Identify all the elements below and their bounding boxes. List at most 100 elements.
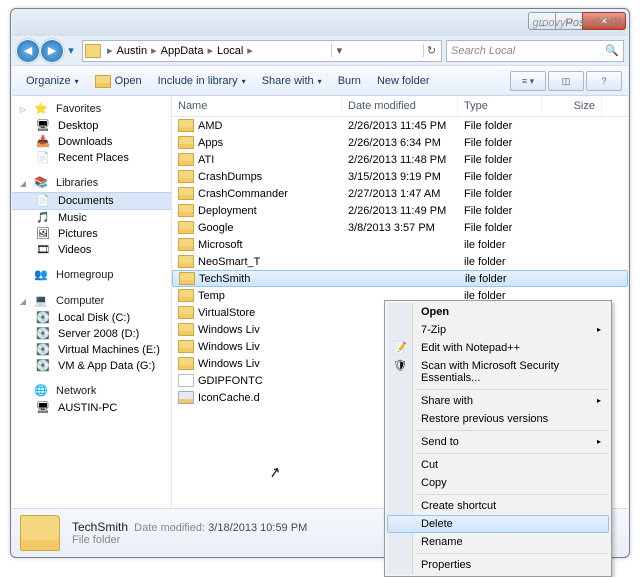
ctx-notepad[interactable]: 📝Edit with Notepad++ <box>387 339 609 357</box>
sidebar-computer[interactable]: ◢💻Computer <box>12 292 171 310</box>
column-size[interactable]: Size <box>542 96 602 116</box>
history-dropdown[interactable]: ▾ <box>64 41 78 61</box>
include-library-menu[interactable]: Include in library▾ <box>150 71 254 91</box>
open-button[interactable]: Open <box>87 71 150 92</box>
file-date: 2/26/2013 11:45 PM <box>342 120 458 132</box>
sidebar-item-desktop[interactable]: 🖥Desktop <box>12 118 171 134</box>
ctx-scan[interactable]: 🛡Scan with Microsoft Security Essentials… <box>387 357 609 387</box>
refresh-button[interactable]: ↻ <box>423 44 439 57</box>
collapse-icon[interactable]: ◢ <box>18 179 28 188</box>
ctx-sendto[interactable]: Send to▸ <box>387 433 609 451</box>
sidebar-item-recent[interactable]: 📄Recent Places <box>12 150 171 166</box>
context-menu: Open 7-Zip▸ 📝Edit with Notepad++ 🛡Scan w… <box>384 300 612 577</box>
table-row[interactable]: TechSmithile folder <box>172 270 628 287</box>
sidebar-item-downloads[interactable]: 📥Downloads <box>12 134 171 150</box>
sidebar-item-pictures[interactable]: 🖼Pictures <box>12 226 171 242</box>
ctx-restore[interactable]: Restore previous versions <box>387 410 609 428</box>
table-row[interactable]: CrashDumps3/15/2013 9:19 PMFile folder <box>172 168 628 185</box>
file-date: 3/8/2013 3:57 PM <box>342 222 458 234</box>
forward-button[interactable]: ▶ <box>40 39 64 63</box>
file-type: File folder <box>458 137 542 149</box>
search-input[interactable]: Search Local 🔍 <box>446 40 624 62</box>
ctx-rename[interactable]: Rename <box>387 533 609 551</box>
collapse-icon[interactable]: ▷ <box>18 105 28 114</box>
network-icon: 🌐 <box>34 384 50 398</box>
ctx-open[interactable]: Open <box>387 303 609 321</box>
ctx-properties[interactable]: Properties <box>387 556 609 574</box>
new-folder-button[interactable]: New folder <box>369 71 438 91</box>
ctx-cut[interactable]: Cut <box>387 456 609 474</box>
ctx-copy[interactable]: Copy <box>387 474 609 492</box>
sidebar-item-pc[interactable]: 🖥AUSTIN-PC <box>12 400 171 416</box>
file-type: ile folder <box>459 273 543 285</box>
drive-icon: 💽 <box>36 343 52 357</box>
sidebar-libraries[interactable]: ◢📚Libraries <box>12 174 171 192</box>
folder-icon <box>178 323 194 336</box>
column-type[interactable]: Type <box>458 96 542 116</box>
breadcrumb[interactable]: Local <box>215 45 245 57</box>
file-type: File folder <box>458 154 542 166</box>
file-type: File folder <box>458 222 542 234</box>
table-row[interactable]: AMD2/26/2013 11:45 PMFile folder <box>172 117 628 134</box>
sidebar-item-documents[interactable]: 📄Documents <box>12 192 171 210</box>
picture-icon: 🖼 <box>36 227 52 241</box>
ctx-shortcut[interactable]: Create shortcut <box>387 497 609 515</box>
sidebar-item-drive[interactable]: 💽Server 2008 (D:) <box>12 326 171 342</box>
address-bar[interactable]: ▸ Austin ▸ AppData ▸ Local ▸ ▾ ↻ <box>82 40 442 62</box>
preview-pane-button[interactable]: ◫ <box>548 71 584 91</box>
drive-icon: 💽 <box>36 359 52 373</box>
chevron-right-icon: ▸ <box>597 437 601 446</box>
status-type: File folder <box>72 534 307 546</box>
help-button[interactable]: ? <box>586 71 622 91</box>
notepad-icon: 📝 <box>393 341 409 355</box>
table-row[interactable]: CrashCommander2/27/2013 1:47 AMFile fold… <box>172 185 628 202</box>
table-row[interactable]: ATI2/26/2013 11:48 PMFile folder <box>172 151 628 168</box>
folder-icon <box>178 357 194 370</box>
column-date[interactable]: Date modified <box>342 96 458 116</box>
chevron-right-icon[interactable]: ▸ <box>245 44 255 57</box>
sidebar-item-music[interactable]: 🎵Music <box>12 210 171 226</box>
table-row[interactable]: Microsoftile folder <box>172 236 628 253</box>
document-icon: 📄 <box>36 194 52 208</box>
chevron-right-icon[interactable]: ▸ <box>149 44 159 57</box>
table-row[interactable]: NeoSmart_Tile folder <box>172 253 628 270</box>
sidebar-item-videos[interactable]: 🎞Videos <box>12 242 171 258</box>
share-with-menu[interactable]: Share with▾ <box>254 71 330 91</box>
table-row[interactable]: Google3/8/2013 3:57 PMFile folder <box>172 219 628 236</box>
sidebar-item-drive[interactable]: 💽VM & App Data (G:) <box>12 358 171 374</box>
ctx-share[interactable]: Share with▸ <box>387 392 609 410</box>
table-row[interactable]: Deployment2/26/2013 11:49 PMFile folder <box>172 202 628 219</box>
recent-icon: 📄 <box>36 151 52 165</box>
download-icon: 📥 <box>36 135 52 149</box>
file-name: Windows Liv <box>198 341 260 353</box>
chevron-right-icon[interactable]: ▸ <box>205 44 215 57</box>
burn-button[interactable]: Burn <box>330 71 369 91</box>
breadcrumb[interactable]: Austin <box>115 45 150 57</box>
sidebar-item-drive[interactable]: 💽Local Disk (C:) <box>12 310 171 326</box>
view-mode-button[interactable]: ≡ ▾ <box>510 71 546 91</box>
folder-icon <box>178 187 194 200</box>
collapse-icon[interactable]: ◢ <box>18 297 28 306</box>
file-name: Windows Liv <box>198 324 260 336</box>
chevron-right-icon[interactable]: ▸ <box>105 44 115 57</box>
table-row[interactable]: Apps2/26/2013 6:34 PMFile folder <box>172 134 628 151</box>
back-button[interactable]: ◀ <box>16 39 40 63</box>
column-name[interactable]: Name <box>172 96 342 116</box>
sidebar-homegroup[interactable]: ▷👥Homegroup <box>12 266 171 284</box>
file-name: Microsoft <box>198 239 243 251</box>
file-name: GDIPFONTC <box>198 375 263 387</box>
file-type: File folder <box>458 205 542 217</box>
ctx-delete[interactable]: Delete <box>387 515 609 533</box>
folder-icon <box>178 153 194 166</box>
folder-icon <box>178 170 194 183</box>
sidebar-item-drive[interactable]: 💽Virtual Machines (E:) <box>12 342 171 358</box>
address-dropdown[interactable]: ▾ <box>331 44 347 57</box>
search-icon[interactable]: 🔍 <box>605 44 619 57</box>
folder-icon <box>178 340 194 353</box>
sidebar-favorites[interactable]: ▷⭐Favorites <box>12 100 171 118</box>
sidebar-network[interactable]: ▷🌐Network <box>12 382 171 400</box>
file-name: CrashDumps <box>198 171 262 183</box>
breadcrumb[interactable]: AppData <box>159 45 206 57</box>
ctx-7zip[interactable]: 7-Zip▸ <box>387 321 609 339</box>
organize-menu[interactable]: Organize▾ <box>18 71 87 91</box>
